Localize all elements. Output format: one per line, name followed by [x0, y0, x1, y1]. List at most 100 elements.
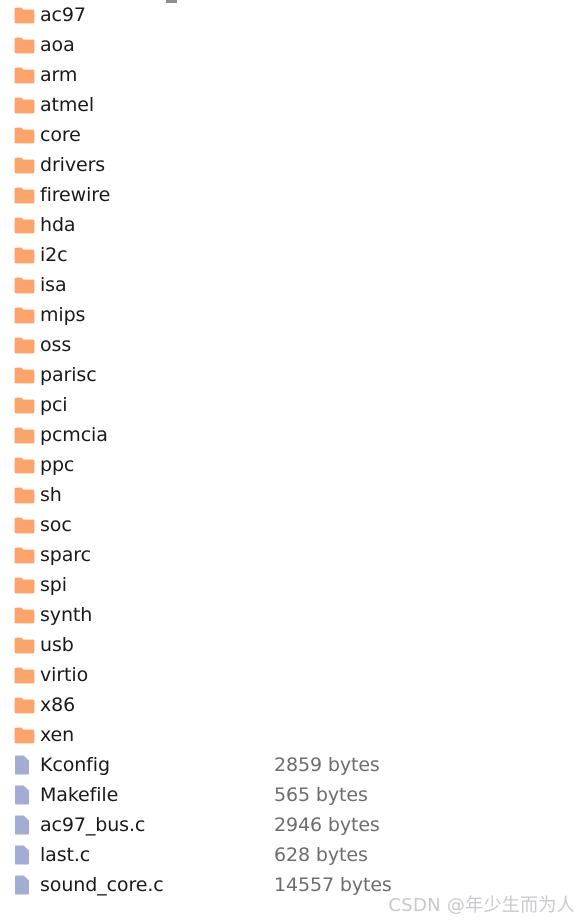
folder-icon: [14, 450, 40, 480]
entry-size: 2859 bytes: [274, 754, 380, 776]
folder-row[interactable]: soc: [0, 510, 582, 540]
folder-row[interactable]: xen: [0, 720, 582, 750]
entry-name[interactable]: core: [40, 124, 81, 146]
entry-name[interactable]: Makefile: [40, 784, 118, 806]
folder-row[interactable]: ac97: [0, 0, 582, 30]
entry-name-cell: last.c: [40, 840, 274, 870]
folder-icon: [14, 540, 40, 570]
entry-name[interactable]: drivers: [40, 154, 105, 176]
entry-name[interactable]: usb: [40, 634, 74, 656]
entry-name[interactable]: last.c: [40, 844, 90, 866]
folder-row[interactable]: virtio: [0, 660, 582, 690]
entry-name[interactable]: isa: [40, 274, 67, 296]
folder-row[interactable]: atmel: [0, 90, 582, 120]
entry-name[interactable]: virtio: [40, 664, 88, 686]
entry-name[interactable]: parisc: [40, 364, 97, 386]
folder-icon: [14, 690, 40, 720]
entry-size: 14557 bytes: [274, 874, 392, 896]
entry-name-cell: ac97_bus.c: [40, 810, 274, 840]
folder-row[interactable]: parisc: [0, 360, 582, 390]
entry-name[interactable]: spi: [40, 574, 67, 596]
entry-size: 628 bytes: [274, 844, 368, 866]
entry-name[interactable]: hda: [40, 214, 76, 236]
entry-name[interactable]: sound_core.c: [40, 874, 164, 896]
folder-row[interactable]: drivers: [0, 150, 582, 180]
folder-icon: [14, 360, 40, 390]
folder-icon: [14, 300, 40, 330]
folder-row[interactable]: mips: [0, 300, 582, 330]
folder-row[interactable]: arm: [0, 60, 582, 90]
folder-row[interactable]: pcmcia: [0, 420, 582, 450]
entry-name[interactable]: xen: [40, 724, 74, 746]
entry-name-cell: mips: [40, 300, 274, 330]
folder-icon: [14, 480, 40, 510]
folder-icon: [14, 60, 40, 90]
file-icon: [14, 780, 40, 810]
entry-name[interactable]: sparc: [40, 544, 91, 566]
entry-name-cell: drivers: [40, 150, 274, 180]
entry-name[interactable]: x86: [40, 694, 75, 716]
folder-row[interactable]: aoa: [0, 30, 582, 60]
entry-name[interactable]: atmel: [40, 94, 94, 116]
entry-name-cell: arm: [40, 60, 274, 90]
folder-row[interactable]: x86: [0, 690, 582, 720]
entry-name[interactable]: sh: [40, 484, 62, 506]
file-icon: [14, 870, 40, 900]
folder-row[interactable]: usb: [0, 630, 582, 660]
entry-name[interactable]: ppc: [40, 454, 74, 476]
folder-icon: [14, 0, 40, 30]
entry-name-cell: parisc: [40, 360, 274, 390]
entry-name[interactable]: ac97_bus.c: [40, 814, 145, 836]
entry-name-cell: sparc: [40, 540, 274, 570]
entry-name-cell: Makefile: [40, 780, 274, 810]
file-row[interactable]: Makefile 565 bytes: [0, 780, 582, 810]
folder-icon: [14, 270, 40, 300]
entry-name[interactable]: oss: [40, 334, 71, 356]
entry-name-cell: i2c: [40, 240, 274, 270]
entry-name[interactable]: synth: [40, 604, 92, 626]
entry-name[interactable]: arm: [40, 64, 77, 86]
file-listing: ac97 aoa arm atmel core drivers firewire…: [0, 0, 582, 900]
folder-icon: [14, 180, 40, 210]
entry-name[interactable]: mips: [40, 304, 85, 326]
folder-row[interactable]: synth: [0, 600, 582, 630]
entry-name[interactable]: pci: [40, 394, 68, 416]
folder-icon: [14, 240, 40, 270]
file-row[interactable]: last.c 628 bytes: [0, 840, 582, 870]
entry-name-cell: aoa: [40, 30, 274, 60]
entry-name[interactable]: ac97: [40, 4, 86, 26]
file-row[interactable]: Kconfig 2859 bytes: [0, 750, 582, 780]
folder-row[interactable]: pci: [0, 390, 582, 420]
folder-row[interactable]: oss: [0, 330, 582, 360]
entry-name[interactable]: Kconfig: [40, 754, 110, 776]
folder-icon: [14, 120, 40, 150]
folder-row[interactable]: ppc: [0, 450, 582, 480]
entry-name[interactable]: firewire: [40, 184, 110, 206]
file-row[interactable]: ac97_bus.c 2946 bytes: [0, 810, 582, 840]
folder-row[interactable]: core: [0, 120, 582, 150]
file-icon: [14, 840, 40, 870]
folder-icon: [14, 90, 40, 120]
entry-name-cell: hda: [40, 210, 274, 240]
entry-name-cell: isa: [40, 270, 274, 300]
folder-row[interactable]: sh: [0, 480, 582, 510]
entry-name-cell: soc: [40, 510, 274, 540]
folder-row[interactable]: isa: [0, 270, 582, 300]
entry-name-cell: pci: [40, 390, 274, 420]
entry-name[interactable]: pcmcia: [40, 424, 108, 446]
folder-row[interactable]: spi: [0, 570, 582, 600]
folder-row[interactable]: firewire: [0, 180, 582, 210]
entry-name-cell: oss: [40, 330, 274, 360]
entry-name[interactable]: i2c: [40, 244, 68, 266]
entry-name-cell: ac97: [40, 0, 274, 30]
folder-icon: [14, 390, 40, 420]
entry-name-cell: usb: [40, 630, 274, 660]
entry-name[interactable]: soc: [40, 514, 72, 536]
folder-row[interactable]: sparc: [0, 540, 582, 570]
folder-row[interactable]: hda: [0, 210, 582, 240]
entry-name[interactable]: aoa: [40, 34, 75, 56]
entry-name-cell: synth: [40, 600, 274, 630]
file-icon: [14, 750, 40, 780]
entry-size: 2946 bytes: [274, 814, 380, 836]
folder-row[interactable]: i2c: [0, 240, 582, 270]
